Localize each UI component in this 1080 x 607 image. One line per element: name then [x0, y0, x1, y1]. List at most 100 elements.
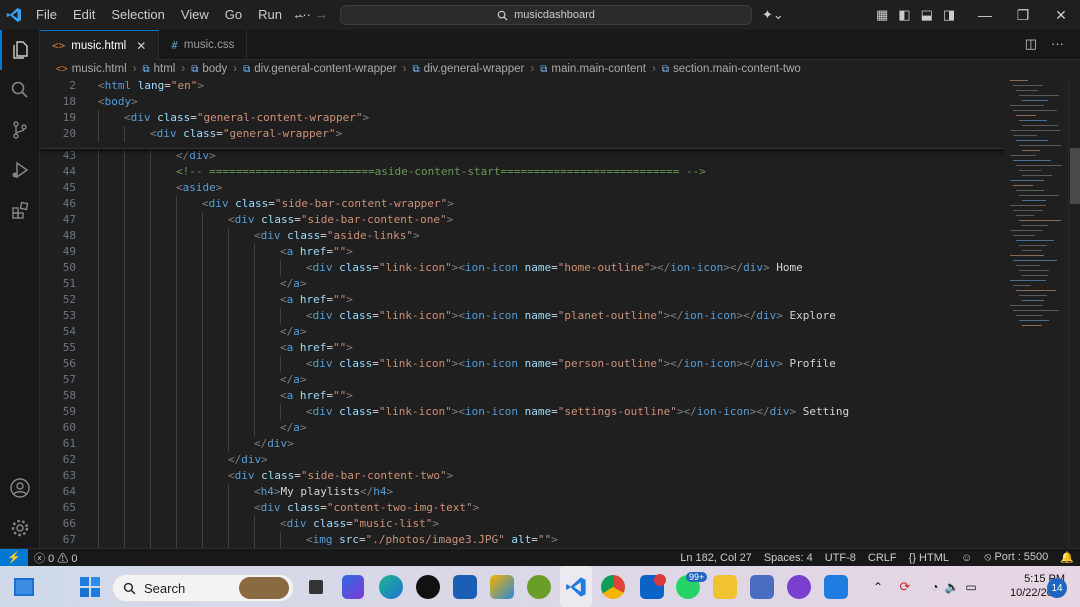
toggle-sidebar-icon[interactable]: ◧: [898, 7, 910, 23]
notifications-bell-icon[interactable]: 🔔: [1054, 551, 1080, 564]
code-line[interactable]: 60 </a>: [40, 420, 1004, 436]
menu-item[interactable]: Edit: [65, 0, 103, 30]
settings-gear-icon[interactable]: [0, 508, 40, 548]
restore-icon[interactable]: ❐: [1004, 7, 1042, 24]
code-line[interactable]: 47 <div class="side-bar-content-one">: [40, 212, 1004, 228]
extensions-icon[interactable]: [0, 190, 40, 230]
code-line[interactable]: 62 </div>: [40, 452, 1004, 468]
breadcrumb-item[interactable]: music.html: [72, 63, 127, 75]
toggle-panel-icon[interactable]: ⬓: [921, 7, 933, 23]
language-mode[interactable]: {} HTML: [903, 552, 955, 564]
code-line[interactable]: 66 <div class="music-list">: [40, 516, 1004, 532]
chrome-icon[interactable]: [601, 566, 625, 607]
back-arrow-icon[interactable]: ←: [292, 6, 306, 22]
teams-icon[interactable]: [750, 566, 774, 607]
code-line[interactable]: 67 <img src="./photos/image3.JPG" alt="">: [40, 532, 1004, 548]
code-line[interactable]: 19 <div class="general-content-wrapper">: [40, 110, 1004, 126]
code-line[interactable]: 58 <a href="">: [40, 388, 1004, 404]
explorer-icon[interactable]: [0, 30, 40, 70]
code-line[interactable]: 50 <div class="link-icon"><ion-icon name=…: [40, 260, 1004, 276]
menu-item[interactable]: Run: [250, 0, 290, 30]
breadcrumb-item[interactable]: div.general-wrapper: [424, 63, 525, 75]
more-actions-icon[interactable]: ···: [1051, 36, 1064, 52]
vscode-taskbar-icon[interactable]: [560, 566, 592, 607]
split-editor-icon[interactable]: ◫: [1025, 36, 1037, 52]
breadcrumb-item[interactable]: div.general-content-wrapper: [254, 63, 396, 75]
breadcrumb-item[interactable]: section.main-content-two: [673, 63, 801, 75]
live-server-port[interactable]: ⦸ Port : 5500: [978, 551, 1054, 564]
code-line[interactable]: 48 <div class="aside-links">: [40, 228, 1004, 244]
task-view-icon[interactable]: [306, 566, 326, 607]
code-line[interactable]: 61 </div>: [40, 436, 1004, 452]
indentation[interactable]: Spaces: 4: [758, 552, 819, 564]
paint-icon[interactable]: [490, 566, 514, 607]
close-window-icon[interactable]: ✕: [1042, 7, 1080, 24]
problems-indicator[interactable]: ⓧ 0 ⚠ 0: [28, 550, 83, 566]
minimize-icon[interactable]: —: [966, 7, 1004, 23]
run-debug-icon[interactable]: [0, 150, 40, 190]
command-center-search[interactable]: musicdashboard: [340, 5, 752, 25]
close-icon[interactable]: ✕: [136, 39, 146, 53]
tiktok-icon[interactable]: [416, 566, 440, 607]
code-line[interactable]: 63 <div class="side-bar-content-two">: [40, 468, 1004, 484]
remote-indicator-icon[interactable]: ⚡: [0, 548, 28, 567]
account-icon[interactable]: [0, 468, 40, 508]
breadcrumb-item[interactable]: body: [202, 63, 227, 75]
edge-icon[interactable]: [379, 566, 403, 607]
file-explorer-icon[interactable]: [713, 566, 737, 607]
copilot-icon[interactable]: ✦⌄: [762, 7, 784, 23]
start-button-icon[interactable]: [78, 566, 102, 607]
toggle-secondary-sidebar-icon[interactable]: ◨: [943, 7, 955, 23]
cursor-position[interactable]: Ln 182, Col 27: [674, 552, 758, 564]
store-icon[interactable]: [453, 566, 477, 607]
vertical-scrollbar[interactable]: [1068, 78, 1080, 548]
menu-item[interactable]: File: [28, 0, 65, 30]
end-of-line[interactable]: CRLF: [862, 552, 903, 564]
menu-item[interactable]: Go: [217, 0, 250, 30]
sticky-scroll-header[interactable]: 2 <html lang="en"> 18 <body> 19 <div class="g…: [40, 78, 1030, 149]
code-line[interactable]: 51 </a>: [40, 276, 1004, 292]
notification-count[interactable]: 14: [1047, 578, 1067, 598]
search-icon[interactable]: [0, 70, 40, 110]
menu-item[interactable]: Selection: [103, 0, 172, 30]
code-line[interactable]: 44 <!-- =========================aside-co…: [40, 164, 1004, 180]
widgets-icon[interactable]: [12, 566, 36, 607]
code-line[interactable]: 55 <a href="">: [40, 340, 1004, 356]
tab-music-html[interactable]: <> music.html ✕: [40, 30, 160, 60]
outlook-icon[interactable]: [640, 566, 666, 607]
customize-layout-icon[interactable]: ▦: [876, 7, 888, 23]
taskbar-search[interactable]: Search: [112, 574, 294, 602]
encoding[interactable]: UTF-8: [819, 552, 862, 564]
code-line[interactable]: 49 <a href="">: [40, 244, 1004, 260]
copilot-status-icon[interactable]: ☺: [955, 552, 978, 564]
code-line[interactable]: 20 <div class="general-wrapper">: [40, 126, 1004, 142]
code-line[interactable]: 46 <div class="side-bar-content-wrapper">: [40, 196, 1004, 212]
copilot-menu[interactable]: ✦⌄: [762, 0, 784, 30]
minimap[interactable]: [1004, 78, 1068, 548]
code-line[interactable]: 59 <div class="link-icon"><ion-icon name=…: [40, 404, 1004, 420]
code-line[interactable]: 2 <html lang="en">: [40, 78, 1004, 94]
code-line[interactable]: 64 <h4>My playlists</h4>: [40, 484, 1004, 500]
code-line[interactable]: 52 <a href="">: [40, 292, 1004, 308]
menu-item[interactable]: View: [173, 0, 217, 30]
sync-alert-icon[interactable]: ⟳: [896, 566, 914, 607]
code-line[interactable]: 54 </a>: [40, 324, 1004, 340]
whatsapp-icon[interactable]: 99+: [676, 566, 708, 607]
code-line[interactable]: 18 <body>: [40, 94, 1004, 110]
code-line[interactable]: 65 <div class="content-two-img-text">: [40, 500, 1004, 516]
copilot-app-icon[interactable]: [342, 566, 364, 607]
scrollbar-thumb[interactable]: [1070, 148, 1080, 204]
code-line[interactable]: 45 <aside>: [40, 180, 1004, 196]
code-line[interactable]: 43 </div>: [40, 148, 1004, 164]
chameleon-app-icon[interactable]: [527, 566, 551, 607]
forward-arrow-icon[interactable]: →: [314, 6, 328, 22]
remote-desktop-icon[interactable]: [824, 566, 848, 607]
breadcrumb-item[interactable]: html: [154, 63, 176, 75]
dexcom-app-icon[interactable]: [787, 566, 811, 607]
system-tray[interactable]: ◔ 🔈 ▭: [922, 566, 986, 607]
breadcrumb-item[interactable]: main.main-content: [551, 63, 646, 75]
source-control-icon[interactable]: [0, 110, 40, 150]
code-line[interactable]: 56 <div class="link-icon"><ion-icon name=…: [40, 356, 1004, 372]
code-line[interactable]: 57 </a>: [40, 372, 1004, 388]
show-hidden-icons-icon[interactable]: ⌃: [870, 566, 886, 607]
